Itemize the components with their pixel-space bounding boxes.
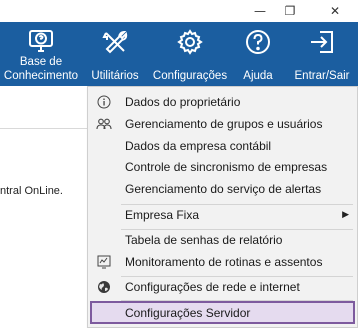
minimize-button[interactable]: — xyxy=(245,0,275,22)
menu-item-label: Dados da empresa contábil xyxy=(125,138,272,153)
help-circle-icon xyxy=(246,30,270,54)
utilities-button[interactable]: Utilitários xyxy=(84,22,146,86)
menu-item-server-settings[interactable]: Configurações Servidor xyxy=(90,301,355,324)
monitor-chart-icon xyxy=(96,254,112,270)
ribbon-toolbar: Base de Conhecimento Utilitários Configu… xyxy=(0,22,358,86)
menu-item-label: Tabela de senhas de relatório xyxy=(125,232,283,247)
knowledge-base-button[interactable]: Base de Conhecimento xyxy=(0,22,82,86)
menu-item-label: Empresa Fixa xyxy=(125,207,200,222)
menu-item-report-passwords[interactable]: Tabela de senhas de relatório xyxy=(88,229,357,250)
title-bar: — ❐ ✕ xyxy=(0,0,358,22)
content-text: ntral OnLine. xyxy=(0,185,63,197)
settings-button[interactable]: Configurações xyxy=(150,22,230,86)
login-logout-label: Entrar/Sair xyxy=(294,70,350,82)
menu-item-sync-control[interactable]: Controle de sincronismo de empresas xyxy=(88,156,357,177)
menu-item-owner-data[interactable]: Dados do proprietário xyxy=(88,91,357,112)
monitor-question-icon xyxy=(29,30,53,52)
menu-item-label: Gerenciamento de grupos e usuários xyxy=(125,116,323,131)
knowledge-base-label-2: Conhecimento xyxy=(3,70,79,82)
menu-item-label: Configurações Servidor xyxy=(125,305,251,320)
menu-item-label: Monitoramento de rotinas e assentos xyxy=(125,254,323,269)
utilities-dropdown-menu: Dados do proprietário Gerenciamento de g… xyxy=(87,86,358,328)
menu-item-fixed-company[interactable]: Empresa Fixa ▶ xyxy=(88,204,357,225)
restore-button[interactable]: ❐ xyxy=(275,0,305,22)
users-icon xyxy=(96,116,112,132)
menu-item-label: Controle de sincronismo de empresas xyxy=(125,159,328,174)
gear-icon xyxy=(177,29,203,55)
login-icon xyxy=(311,31,333,53)
close-button[interactable]: ✕ xyxy=(320,0,350,22)
submenu-arrow-icon: ▶ xyxy=(342,209,349,220)
settings-label: Configurações xyxy=(152,70,228,82)
menu-item-routine-monitoring[interactable]: Monitoramento de rotinas e assentos xyxy=(88,251,357,272)
menu-item-accounting-company[interactable]: Dados da empresa contábil xyxy=(88,135,357,156)
login-logout-button[interactable]: Entrar/Sair xyxy=(286,22,358,86)
help-label: Ajuda xyxy=(243,70,273,82)
menu-item-groups-users[interactable]: Gerenciamento de grupos e usuários xyxy=(88,113,357,134)
menu-item-label: Configurações de rede e internet xyxy=(125,279,300,294)
globe-icon xyxy=(96,279,112,295)
utilities-label: Utilitários xyxy=(91,70,139,82)
menu-item-alert-service[interactable]: Gerenciamento do serviço de alertas xyxy=(88,178,357,199)
menu-item-label: Dados do proprietário xyxy=(125,94,241,109)
tools-icon xyxy=(102,30,128,54)
knowledge-base-label-1: Base de xyxy=(19,56,63,68)
content-divider xyxy=(0,128,100,129)
info-icon xyxy=(96,94,112,110)
menu-item-network-settings[interactable]: Configurações de rede e internet xyxy=(88,276,357,297)
help-button[interactable]: Ajuda xyxy=(234,22,282,86)
menu-item-label: Gerenciamento do serviço de alertas xyxy=(125,181,322,196)
